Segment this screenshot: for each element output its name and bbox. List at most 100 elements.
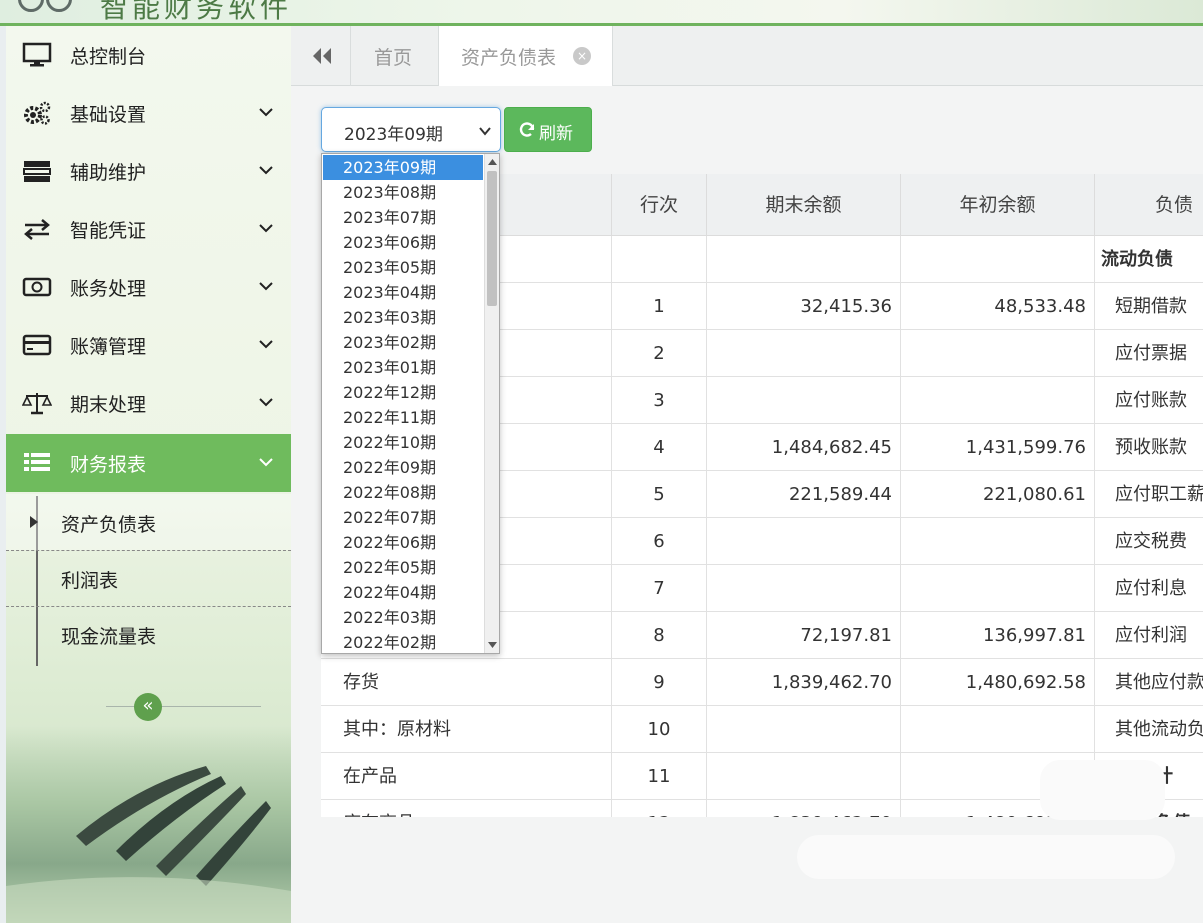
dropdown-option[interactable]: 2023年04期 [323, 280, 483, 305]
dropdown-option[interactable]: 2023年06期 [323, 230, 483, 255]
tab-balance-sheet[interactable]: 资产负债表 × [439, 26, 613, 86]
tab-home[interactable]: 首页 [352, 26, 439, 86]
sidebar-item-accounting[interactable]: 账务处理 [6, 258, 291, 316]
sidebar-item-label: 辅助维护 [70, 161, 147, 184]
dropdown-option[interactable]: 2022年03期 [323, 605, 483, 630]
cell-end-balance [707, 518, 901, 565]
sidebar-item-label: 基础设置 [70, 103, 147, 126]
caret-right-icon [30, 516, 38, 528]
sidebar-collapse-button[interactable]: « [134, 693, 162, 721]
sidebar-item-period-end[interactable]: 期末处理 [6, 374, 291, 432]
boats-illustration [6, 766, 291, 923]
dropdown-option[interactable]: 2022年05期 [323, 555, 483, 580]
monitor-icon [22, 42, 52, 67]
cell-liability: 流动负债 [1101, 249, 1173, 270]
sidebar-item-label: 期末处理 [70, 393, 147, 416]
tab-scroll-left-button[interactable] [291, 26, 351, 86]
dropdown-option[interactable]: 2022年02期 [323, 630, 483, 653]
sidebar-item-aux-maintenance[interactable]: 辅助维护 [6, 142, 291, 200]
sidebar-subitem-balance-sheet[interactable]: 资产负债表 [6, 494, 291, 550]
cell-begin-balance: 1,431,599.76 [901, 424, 1095, 471]
cell-liability: 其他应付款 [1115, 672, 1203, 693]
cell-liability: 其他流动负 [1115, 719, 1203, 740]
dropdown-option[interactable]: 2022年08期 [323, 480, 483, 505]
cell-line: 5 [612, 471, 707, 518]
sidebar-item-ledger[interactable]: 账簿管理 [6, 316, 291, 374]
dropdown-option[interactable]: 2023年02期 [323, 330, 483, 355]
cell-begin-balance: 48,533.48 [901, 283, 1095, 330]
cell-item: 库存商品 [321, 800, 612, 817]
cell-item: 在产品 [321, 753, 612, 800]
cell-liability: 应付利息 [1115, 578, 1187, 599]
cell-end-balance: 1,839,462.70 [707, 800, 901, 817]
cell-end-balance: 1,484,682.45 [707, 424, 901, 471]
sidebar-item-basic-settings[interactable]: 基础设置 [6, 84, 291, 142]
cell-begin-balance: 1,480,692.58 [901, 659, 1095, 706]
cell-liability: 短期借款 [1115, 296, 1187, 317]
chevron-down-icon [259, 108, 273, 117]
cell-line: 1 [612, 283, 707, 330]
sidebar-item-label: 财务报表 [70, 453, 147, 476]
credit-card-icon [22, 334, 52, 356]
dropdown-option[interactable]: 2023年05期 [323, 255, 483, 280]
cell-liability: 应付票据 [1115, 343, 1187, 364]
cell-liability: 应交税费 [1115, 531, 1187, 552]
cell-liability: 预收账款 [1115, 437, 1187, 458]
sidebar-subitem-income-statement[interactable]: 利润表 [6, 550, 291, 606]
dropdown-option[interactable]: 2023年09期 [323, 155, 483, 180]
cell-end-balance [707, 706, 901, 753]
cell-end-balance [707, 377, 901, 424]
tab-label: 首页 [374, 47, 413, 69]
dropdown-option[interactable]: 2022年09期 [323, 455, 483, 480]
sidebar: 总控制台 基础设置 辅助维护 智能凭证 账务处理 账簿管理 期末处理 财务报表 … [6, 26, 291, 923]
dropdown-option[interactable]: 2023年07期 [323, 205, 483, 230]
chevron-down-icon [259, 340, 273, 349]
close-icon[interactable]: × [573, 47, 591, 65]
sidebar-subitem-label: 现金流量表 [61, 626, 157, 648]
dropdown-option[interactable]: 2023年01期 [323, 355, 483, 380]
dropdown-option[interactable]: 2022年07期 [323, 505, 483, 530]
cell-line: 9 [612, 659, 707, 706]
tab-label: 资产负债表 [461, 47, 557, 69]
period-dropdown-list[interactable]: 2023年09期 2023年08期 2023年07期 2023年06期 2023年05期… [321, 153, 500, 654]
cell-begin-balance [901, 236, 1095, 283]
column-header-begin-balance: 年初余额 [901, 174, 1095, 236]
cell-end-balance [707, 330, 901, 377]
dropdown-option[interactable]: 2023年03期 [323, 305, 483, 330]
dropdown-option[interactable]: 2022年06期 [323, 530, 483, 555]
sidebar-subitem-label: 利润表 [61, 570, 119, 592]
scroll-down-icon[interactable] [488, 641, 497, 649]
cell-end-balance [707, 236, 901, 283]
double-left-icon [313, 48, 331, 64]
scrollbar-thumb[interactable] [487, 171, 497, 306]
list-icon [24, 453, 50, 471]
cell-line: 2 [612, 330, 707, 377]
top-banner: 智能财务软件 [0, 0, 1203, 26]
dropdown-option[interactable]: 2022年10期 [323, 430, 483, 455]
refresh-button[interactable]: 刷新 [504, 107, 592, 152]
sidebar-item-smart-voucher[interactable]: 智能凭证 [6, 200, 291, 258]
sidebar-subitem-cash-flow[interactable]: 现金流量表 [6, 606, 291, 662]
dropdown-option[interactable]: 2022年12期 [323, 380, 483, 405]
period-select[interactable]: 2023年09期 [321, 107, 501, 152]
redaction-blur [1040, 760, 1165, 820]
cell-line: 10 [612, 706, 707, 753]
redaction-blur [797, 835, 1175, 879]
chevron-down-icon [259, 224, 273, 233]
chevron-down-icon [259, 166, 273, 175]
cell-begin-balance: 221,080.61 [901, 471, 1095, 518]
cell-line [612, 236, 707, 283]
cell-line: 7 [612, 565, 707, 612]
sidebar-item-dashboard[interactable]: 总控制台 [6, 26, 291, 84]
sidebar-item-financial-reports[interactable]: 财务报表 [6, 434, 291, 492]
server-icon [23, 161, 51, 182]
scroll-up-icon[interactable] [488, 158, 497, 166]
cell-end-balance: 1,839,462.70 [707, 659, 901, 706]
sidebar-item-label: 账务处理 [70, 277, 147, 300]
cell-liability: 应付账款 [1115, 390, 1187, 411]
dropdown-option[interactable]: 2023年08期 [323, 180, 483, 205]
dropdown-option[interactable]: 2022年11期 [323, 405, 483, 430]
dropdown-scrollbar[interactable] [484, 154, 499, 653]
dropdown-option[interactable]: 2022年04期 [323, 580, 483, 605]
chevron-down-icon [259, 398, 273, 407]
